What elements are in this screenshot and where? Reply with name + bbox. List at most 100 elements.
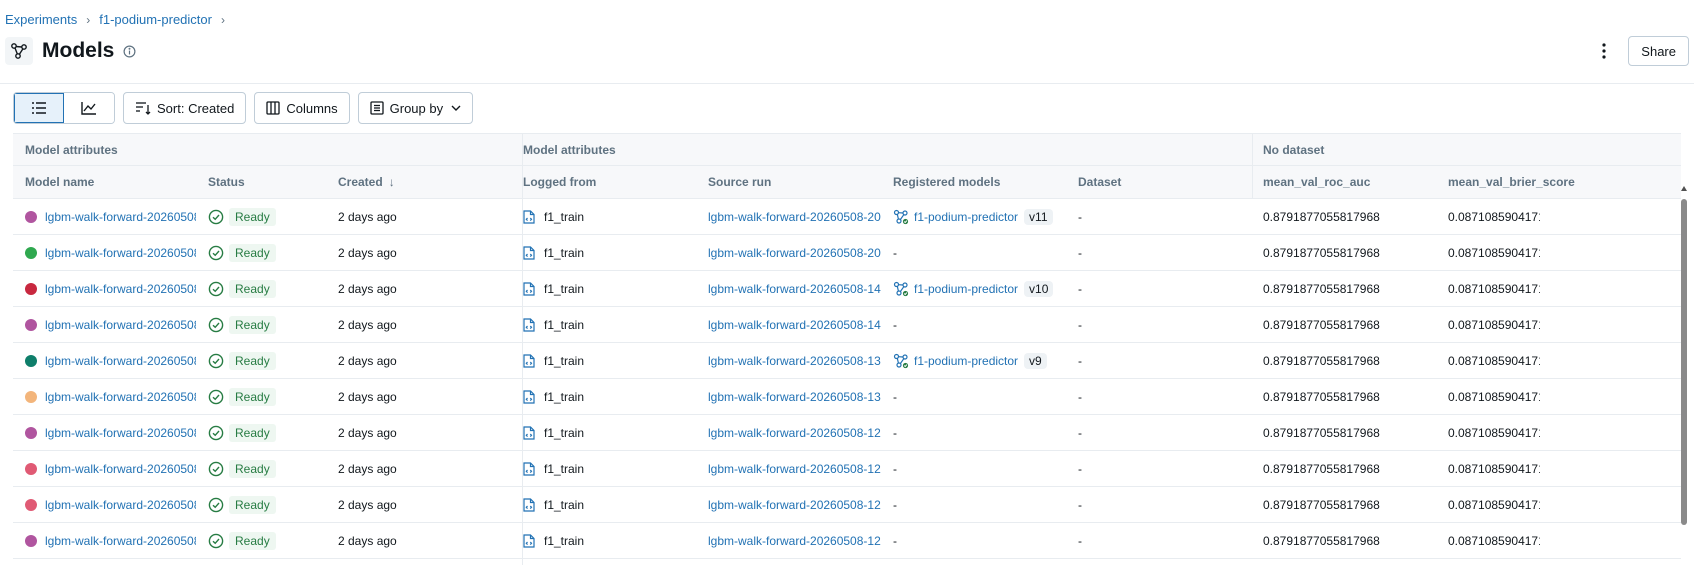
- chart-view-button[interactable]: [64, 93, 114, 123]
- list-view-button[interactable]: [14, 93, 64, 123]
- header-divider: [0, 83, 1694, 84]
- table-row[interactable]: lgbm-walk-forward-20260508-1 Ready 2 day…: [13, 271, 1681, 307]
- line-chart-icon: [81, 102, 96, 115]
- source-run-link[interactable]: lgbm-walk-forward-20260508-1258: [708, 426, 881, 440]
- model-name-cell: lgbm-walk-forward-20260508-1: [13, 451, 196, 486]
- registered-model-icon: [893, 281, 909, 297]
- columns-icon: [266, 101, 280, 115]
- table-row[interactable]: lgbm-walk-forward-20260508-2 Ready 2 day…: [13, 235, 1681, 271]
- table-row[interactable]: lgbm-walk-forward-20260508-2 Ready 2 day…: [13, 199, 1681, 235]
- breadcrumb-experiment[interactable]: f1-podium-predictor: [99, 12, 212, 27]
- header-source-run[interactable]: Source run: [696, 166, 771, 198]
- scroll-up-icon[interactable]: [1680, 185, 1688, 193]
- source-run-link[interactable]: lgbm-walk-forward-20260508-1446: [708, 282, 881, 296]
- dataset-cell: -: [1078, 533, 1082, 548]
- model-name-link[interactable]: lgbm-walk-forward-20260508-1: [45, 390, 196, 404]
- status-cell: Ready: [196, 487, 326, 522]
- header-mean-val-brier-score[interactable]: mean_val_brier_score: [1436, 166, 1681, 198]
- source-run-link[interactable]: lgbm-walk-forward-20260508-1446: [708, 318, 881, 332]
- registered-models-cell: -: [881, 487, 1066, 522]
- table-row[interactable]: lgbm-walk-forward-20260508-1 Ready 2 day…: [13, 451, 1681, 487]
- source-run-cell: lgbm-walk-forward-20260508-1258: [696, 451, 881, 486]
- model-version-badge[interactable]: v9: [1024, 352, 1047, 369]
- model-name-cell: lgbm-walk-forward-20260508-1: [13, 415, 196, 450]
- run-color-dot: [25, 210, 37, 223]
- header-logged-from[interactable]: Logged from: [511, 166, 596, 198]
- model-name-link[interactable]: lgbm-walk-forward-20260508-1: [45, 318, 196, 332]
- info-icon[interactable]: [123, 45, 136, 58]
- logged-from-cell: f1_train: [511, 451, 696, 486]
- registered-model-icon: [893, 353, 909, 369]
- status-badge: Ready: [229, 459, 276, 478]
- run-color-dot: [25, 498, 37, 511]
- roc-auc-cell: 0.8791877055817968: [1263, 281, 1380, 296]
- registered-model-link[interactable]: f1-podium-predictor: [914, 354, 1018, 368]
- header-created[interactable]: Created ↓: [326, 166, 395, 198]
- vertical-scrollbar[interactable]: [1681, 199, 1687, 525]
- table-row[interactable]: lgbm-walk-forward-20260508-1 Ready 2 day…: [13, 415, 1681, 451]
- model-name-link[interactable]: lgbm-walk-forward-20260508-1: [45, 354, 196, 368]
- column-header-row: Model name Status Created ↓ Logged from …: [13, 166, 1681, 199]
- header-model-name[interactable]: Model name: [13, 166, 94, 198]
- brier-score-cell: 0.08710859041719: [1448, 245, 1540, 260]
- header-dataset[interactable]: Dataset: [1066, 166, 1121, 198]
- source-run-link[interactable]: lgbm-walk-forward-20260508-1258: [708, 462, 881, 476]
- status-badge: Ready: [229, 495, 276, 514]
- brier-score-cell: 0.08710859041719: [1448, 281, 1540, 296]
- breadcrumb-experiments[interactable]: Experiments: [5, 12, 77, 27]
- columns-button[interactable]: Columns: [254, 92, 350, 124]
- breadcrumb-separator: ›: [220, 12, 225, 27]
- brier-score-cell: 0.08710859041719: [1448, 533, 1540, 548]
- model-version-badge[interactable]: v10: [1024, 280, 1054, 297]
- created-cell: 2 days ago: [338, 317, 397, 332]
- share-button[interactable]: Share: [1628, 36, 1689, 66]
- kebab-menu-icon[interactable]: [1592, 37, 1616, 65]
- model-name-link[interactable]: lgbm-walk-forward-20260508-1: [45, 426, 196, 440]
- model-version-badge[interactable]: v11: [1024, 208, 1053, 225]
- logged-from-cell: f1_train: [511, 271, 696, 306]
- source-run-link[interactable]: lgbm-walk-forward-20260508-2034: [708, 246, 881, 260]
- source-run-link[interactable]: lgbm-walk-forward-20260508-1300: [708, 390, 881, 404]
- logged-from-text: f1_train: [544, 209, 585, 224]
- logged-from-text: f1_train: [544, 281, 585, 296]
- notebook-file-icon: [523, 353, 535, 368]
- dataset-cell: -: [1078, 317, 1082, 332]
- table-row[interactable]: lgbm-walk-forward-20260508-1 Ready 2 day…: [13, 307, 1681, 343]
- brier-score-cell: 0.08710859041719: [1448, 353, 1540, 368]
- model-name-link[interactable]: lgbm-walk-forward-20260508-1: [45, 534, 196, 548]
- table-row[interactable]: lgbm-walk-forward-20260508-1 Ready 2 day…: [13, 523, 1681, 559]
- notebook-file-icon: [523, 533, 535, 548]
- header-registered-models[interactable]: Registered models: [881, 166, 1000, 198]
- source-run-link[interactable]: lgbm-walk-forward-20260508-1300: [708, 354, 881, 368]
- notebook-file-icon: [523, 209, 535, 224]
- table-row[interactable]: lgbm-walk-forward-20260508-1 Ready 2 day…: [13, 487, 1681, 523]
- model-name-cell: lgbm-walk-forward-20260508-1: [13, 523, 196, 558]
- logged-from-text: f1_train: [544, 533, 585, 548]
- logged-from-text: f1_train: [544, 497, 585, 512]
- source-run-link[interactable]: lgbm-walk-forward-20260508-1252: [708, 534, 881, 548]
- registered-model-link[interactable]: f1-podium-predictor: [914, 210, 1018, 224]
- registered-model-link: -: [893, 425, 897, 440]
- check-circle-icon: [208, 425, 224, 440]
- model-name-link[interactable]: lgbm-walk-forward-20260508-1: [45, 282, 196, 296]
- table-row[interactable]: lgbm-walk-forward-20260508-1 Ready 2 day…: [13, 379, 1681, 415]
- logged-from-cell: f1_train: [511, 415, 696, 450]
- model-name-link[interactable]: lgbm-walk-forward-20260508-2: [45, 246, 196, 260]
- table-row[interactable]: lgbm-walk-forward-20260508-1 Ready 2 day…: [13, 343, 1681, 379]
- page-header: Models Share: [5, 36, 1689, 66]
- registered-model-link[interactable]: f1-podium-predictor: [914, 282, 1018, 296]
- dataset-cell: -: [1078, 281, 1082, 296]
- model-name-link[interactable]: lgbm-walk-forward-20260508-1: [45, 462, 196, 476]
- source-run-link[interactable]: lgbm-walk-forward-20260508-1252: [708, 498, 881, 512]
- created-cell: 2 days ago: [338, 281, 397, 296]
- sort-button[interactable]: Sort: Created: [123, 92, 247, 124]
- status-cell: Ready: [196, 379, 326, 414]
- group-by-button[interactable]: Group by: [357, 92, 474, 124]
- model-name-link[interactable]: lgbm-walk-forward-20260508-2: [45, 210, 196, 224]
- model-name-link[interactable]: lgbm-walk-forward-20260508-1: [45, 498, 196, 512]
- run-color-dot: [25, 390, 37, 403]
- header-mean-val-roc-auc[interactable]: mean_val_roc_auc: [1251, 166, 1370, 198]
- status-badge: Ready: [229, 315, 276, 334]
- header-status[interactable]: Status: [196, 166, 245, 198]
- source-run-link[interactable]: lgbm-walk-forward-20260508-2034: [708, 210, 881, 224]
